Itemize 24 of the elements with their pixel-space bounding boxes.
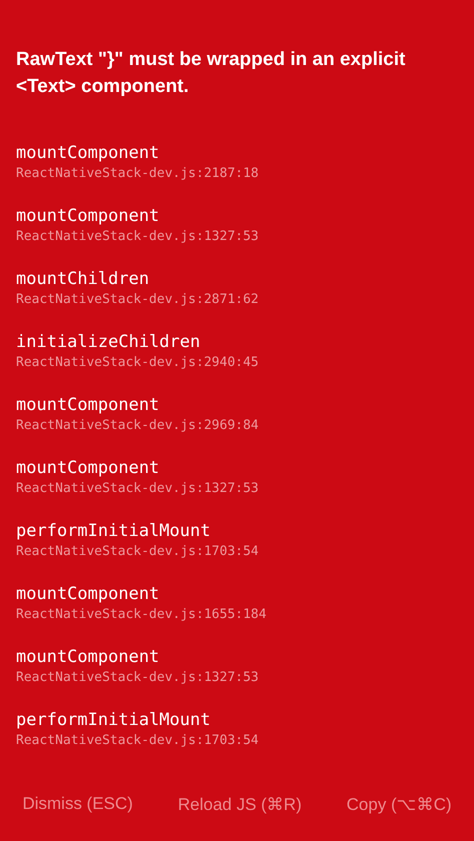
stack-frame-method: mountChildren bbox=[16, 268, 150, 290]
stack-frame-method: mountComponent bbox=[16, 646, 160, 668]
stack-frame-location: ReactNativeStack-dev.js:1655:184 bbox=[16, 606, 266, 624]
stack-frame-location: ReactNativeStack-dev.js:2187:18 bbox=[16, 165, 259, 183]
stack-frame-method: initializeChildren bbox=[16, 331, 200, 353]
stack-frame-method: mountComponent bbox=[16, 142, 160, 164]
action-button[interactable]: Dismiss (ESC) bbox=[18, 788, 137, 820]
action-button[interactable]: Copy (⌥⌘C) bbox=[342, 788, 456, 820]
stack-frame-method: mountComponent bbox=[16, 457, 160, 479]
stack-frame-location: ReactNativeStack-dev.js:2969:84 bbox=[16, 417, 259, 435]
stack-frame-method: mountComponent bbox=[16, 394, 160, 416]
error-message: RawText "}" must be wrapped in an explicit <Text> component. bbox=[16, 48, 406, 99]
stack-frame-method: mountComponent bbox=[16, 205, 160, 227]
stack-frame-location: ReactNativeStack-dev.js:2940:45 bbox=[16, 354, 259, 372]
stack-frame-location: ReactNativeStack-dev.js:1327:53 bbox=[16, 669, 259, 687]
stack-frame-location: ReactNativeStack-dev.js:1327:53 bbox=[16, 228, 259, 246]
stack-frame-method: performInitialMount bbox=[16, 709, 210, 731]
stack-frame-location: ReactNativeStack-dev.js:2871:62 bbox=[16, 291, 259, 309]
stack-frame-location: ReactNativeStack-dev.js:1327:53 bbox=[16, 480, 259, 498]
stack-frame-method: performInitialMount bbox=[16, 520, 210, 542]
action-button[interactable]: Reload JS (⌘R) bbox=[174, 788, 306, 820]
stack-frame-location: ReactNativeStack-dev.js:1703:54 bbox=[16, 732, 259, 750]
stack-frame-method: mountComponent bbox=[16, 583, 160, 605]
stack-frame-location: ReactNativeStack-dev.js:1703:54 bbox=[16, 543, 259, 561]
